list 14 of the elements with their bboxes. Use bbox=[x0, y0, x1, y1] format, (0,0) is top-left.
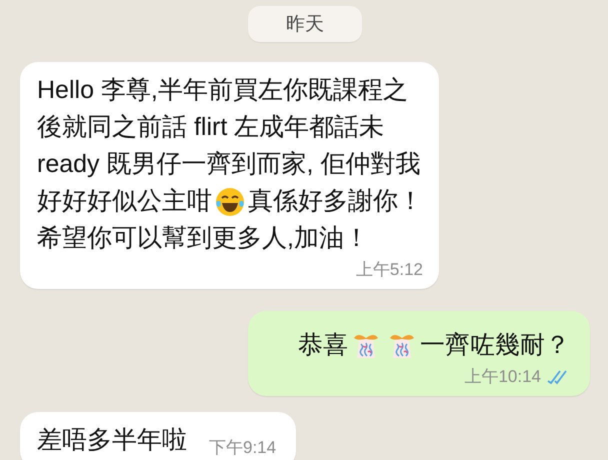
laughing-emoji-icon bbox=[214, 186, 246, 218]
message-text: 恭喜 bbox=[298, 330, 348, 361]
message-text: Hello 李尊,半年前買左你既課程之 bbox=[37, 75, 408, 106]
message-text: 一齊咗幾耐？ bbox=[420, 330, 570, 361]
message-time: 下午9:14 bbox=[209, 437, 276, 459]
message-time: 上午10:14 bbox=[464, 366, 541, 388]
message-text: ready 既男仔一齊到而家, 佢仲對我 bbox=[37, 149, 420, 180]
message-text: 好好好似公主咁 bbox=[37, 186, 212, 217]
message-text: 差唔多半年啦 bbox=[37, 425, 187, 456]
message-text: 後就同之前話 flirt 左成年都話未 bbox=[37, 112, 384, 143]
message-text: 希望你可以幫到更多人,加油！ bbox=[37, 223, 369, 254]
date-chip: 昨天 bbox=[248, 6, 362, 42]
message-text: 真係好多謝你！ bbox=[248, 186, 423, 217]
message-time: 上午5:12 bbox=[356, 259, 423, 281]
